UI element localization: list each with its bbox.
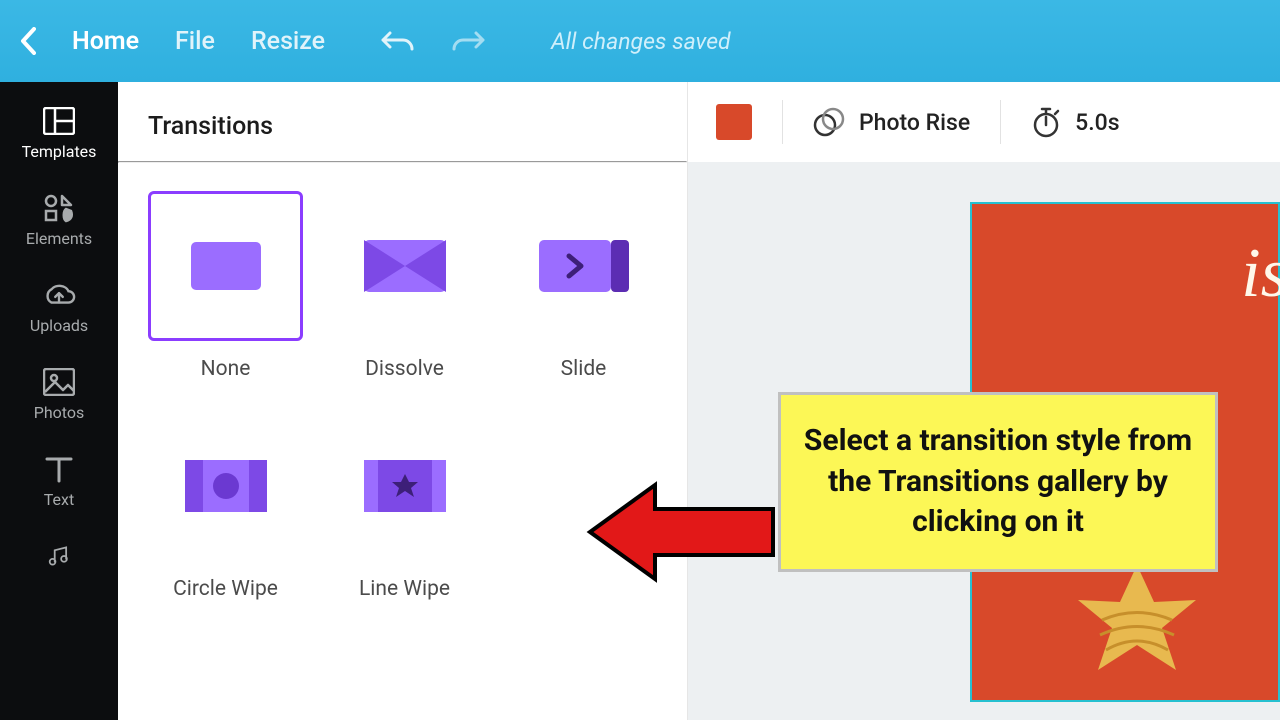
color-swatch[interactable] [716, 104, 752, 140]
stopwatch-icon [1031, 106, 1061, 138]
line-wipe-icon [327, 411, 482, 561]
transition-tile-circle-wipe[interactable]: Circle Wipe [148, 411, 303, 601]
canvas-toolbar: Photo Rise 5.0s [688, 82, 1280, 162]
resize-menu[interactable]: Resize [251, 27, 325, 56]
top-bar: Home File Resize All changes saved [0, 0, 1280, 82]
templates-icon [42, 106, 76, 136]
slide-text: is [1241, 234, 1280, 314]
panel-title: Transitions [118, 82, 687, 161]
transition-tile-slide[interactable]: Slide [506, 191, 661, 381]
duration-button[interactable]: 5.0s [1031, 106, 1119, 138]
tile-label: Slide [561, 357, 607, 381]
home-link[interactable]: Home [72, 27, 139, 56]
dissolve-icon [327, 191, 482, 341]
sidebar-item-elements[interactable]: Elements [0, 179, 118, 266]
text-icon [42, 454, 76, 484]
sidebar-item-photos[interactable]: Photos [0, 353, 118, 440]
tile-label: Circle Wipe [173, 577, 278, 601]
sidebar-item-label: Templates [22, 142, 97, 161]
undo-icon[interactable] [381, 30, 415, 52]
sidebar-item-label: Elements [26, 229, 92, 248]
animation-icon [813, 107, 845, 137]
sidebar-item-audio[interactable] [0, 527, 118, 589]
circle-wipe-icon [148, 411, 303, 561]
sidebar-item-label: Photos [34, 403, 85, 422]
file-menu[interactable]: File [175, 27, 215, 56]
transition-tile-line-wipe[interactable]: Line Wipe [327, 411, 482, 601]
sidebar-item-label: Text [44, 490, 74, 509]
none-icon [148, 191, 303, 341]
transition-tile-dissolve[interactable]: Dissolve [327, 191, 482, 381]
sidebar-item-templates[interactable]: Templates [0, 92, 118, 179]
left-rail: Templates Elements Uploads Photos Text [0, 82, 118, 720]
transitions-panel: Transitions None Dissolve Slide [118, 82, 688, 720]
main: Templates Elements Uploads Photos Text [0, 82, 1280, 720]
divider [1000, 100, 1001, 144]
redo-icon[interactable] [451, 30, 485, 52]
tile-label: Line Wipe [359, 577, 450, 601]
animation-label: Photo Rise [859, 109, 970, 136]
tile-label: None [201, 357, 251, 381]
slide-icon [506, 191, 661, 341]
divider [782, 100, 783, 144]
uploads-icon [42, 280, 76, 310]
transition-tile-none[interactable]: None [148, 191, 303, 381]
callout-annotation: Select a transition style from the Trans… [778, 392, 1218, 572]
photos-icon [42, 367, 76, 397]
arrow-annotation [585, 477, 775, 587]
sidebar-item-uploads[interactable]: Uploads [0, 266, 118, 353]
tile-label: Dissolve [365, 357, 444, 381]
sidebar-item-text[interactable]: Text [0, 440, 118, 527]
canvas-area: Photo Rise 5.0s is Select a transition s… [688, 82, 1280, 720]
elements-icon [42, 193, 76, 223]
save-status: All changes saved [551, 28, 731, 55]
animation-button[interactable]: Photo Rise [813, 107, 970, 137]
music-icon [42, 541, 76, 571]
star-shape [1072, 560, 1202, 680]
duration-label: 5.0s [1075, 109, 1119, 136]
back-icon[interactable] [20, 27, 36, 55]
sidebar-item-label: Uploads [30, 316, 88, 335]
